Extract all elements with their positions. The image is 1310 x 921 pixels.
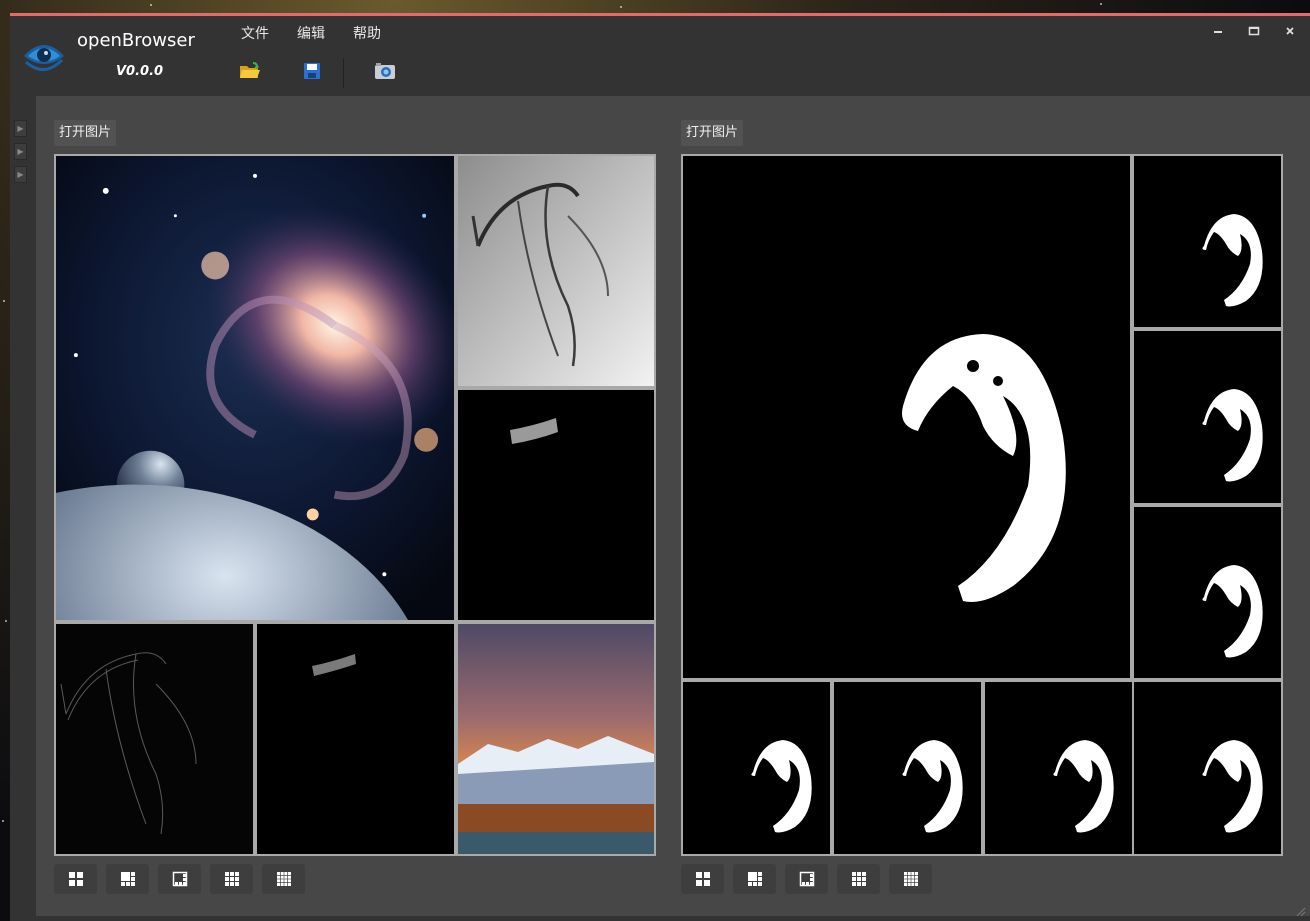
resize-grip-icon[interactable]	[1296, 902, 1306, 917]
layout-3x3-icon	[851, 872, 866, 886]
mask-image	[834, 682, 981, 854]
mask-image	[1134, 156, 1281, 327]
layout-1plus3-icon	[747, 872, 762, 886]
close-icon	[1286, 27, 1294, 35]
title-bar: openBrowser V0.0.0 文件 编辑 帮助	[10, 16, 1310, 96]
left-panel: 打开图片	[54, 112, 658, 912]
menu-bar: 文件 编辑 帮助	[232, 23, 400, 43]
layout-1plus3-icon	[120, 872, 135, 886]
layout-3x3-button[interactable]	[210, 864, 253, 894]
save-button[interactable]	[295, 58, 329, 88]
image-cell-mask[interactable]	[983, 680, 1134, 856]
mountain-sunset-image	[458, 624, 654, 854]
layout-3x3-icon	[224, 872, 239, 886]
menu-help[interactable]: 帮助	[344, 23, 400, 43]
galaxy-image	[56, 156, 454, 620]
layout-1plus5-icon	[799, 871, 814, 887]
minimize-button[interactable]	[1208, 25, 1228, 43]
side-strip: ▶ ▶ ▶	[14, 120, 28, 189]
mask-image	[985, 682, 1132, 854]
layout-4x4-button[interactable]	[889, 864, 932, 894]
image-cell-mask[interactable]	[1132, 505, 1283, 680]
screenshot-button[interactable]	[368, 58, 402, 88]
mask-image	[1134, 331, 1281, 503]
right-layout-bar	[681, 864, 932, 894]
image-cell-vessel-small[interactable]	[255, 622, 456, 856]
angiogram-image	[458, 156, 654, 386]
layout-1plus5-icon	[172, 871, 187, 887]
workspace: 打开图片 打开图片	[36, 96, 1310, 917]
eye-logo-icon	[22, 34, 66, 74]
layout-4x4-button[interactable]	[262, 864, 305, 894]
side-arrow-icon[interactable]: ▶	[14, 120, 27, 137]
image-cell-vessel-segment[interactable]	[456, 388, 656, 622]
vessel-small-image	[257, 624, 454, 854]
layout-2x2-icon	[695, 872, 710, 886]
vessel-segment-image	[458, 390, 654, 620]
layout-1plus3-button[interactable]	[733, 864, 776, 894]
mask-image	[1134, 507, 1281, 678]
image-cell-mask[interactable]	[1132, 329, 1283, 505]
layout-1plus3-button[interactable]	[106, 864, 149, 894]
app-name: openBrowser	[77, 30, 195, 51]
edge-map-image	[56, 624, 253, 854]
image-cell-mask[interactable]	[832, 680, 983, 856]
open-folder-button[interactable]	[233, 58, 267, 88]
image-cell-mountain-sunset[interactable]	[456, 622, 656, 856]
toolbar	[232, 56, 402, 90]
layout-1plus5-button[interactable]	[785, 864, 828, 894]
image-cell-mask[interactable]	[681, 680, 832, 856]
open-folder-icon	[239, 62, 261, 84]
layout-2x2-button[interactable]	[681, 864, 724, 894]
layout-2x2-button[interactable]	[54, 864, 97, 894]
open-image-button[interactable]: 打开图片	[54, 120, 117, 146]
image-cell-edge-map[interactable]	[54, 622, 255, 856]
side-arrow-icon[interactable]: ▶	[14, 143, 27, 160]
open-image-button[interactable]: 打开图片	[681, 120, 744, 146]
minimize-icon	[1214, 31, 1222, 33]
mask-large-image	[683, 156, 1130, 678]
layout-3x3-button[interactable]	[837, 864, 880, 894]
mask-image	[683, 682, 830, 854]
image-cell-galaxy[interactable]	[54, 154, 456, 622]
app-version: V0.0.0	[116, 64, 164, 79]
image-cell-angiogram[interactable]	[456, 154, 656, 388]
right-panel: 打开图片	[681, 112, 1285, 912]
close-button[interactable]	[1280, 25, 1300, 43]
left-layout-bar	[54, 864, 305, 894]
layout-4x4-icon	[276, 872, 291, 886]
toolbar-separator	[343, 58, 344, 88]
layout-1plus5-button[interactable]	[158, 864, 201, 894]
app-window: openBrowser V0.0.0 文件 编辑 帮助 ▶ ▶ ▶ 打开图片 打…	[10, 13, 1310, 921]
window-controls	[1208, 25, 1300, 43]
maximize-button[interactable]	[1244, 25, 1264, 43]
layout-2x2-icon	[68, 872, 83, 886]
side-arrow-icon[interactable]: ▶	[14, 166, 27, 183]
mask-image	[1134, 682, 1281, 854]
layout-4x4-icon	[903, 872, 918, 886]
menu-file[interactable]: 文件	[232, 23, 288, 43]
image-cell-mask[interactable]	[1132, 680, 1283, 856]
save-icon	[303, 62, 321, 84]
image-cell-mask[interactable]	[1132, 154, 1283, 329]
camera-icon	[374, 62, 396, 84]
image-cell-mask-large[interactable]	[681, 154, 1132, 680]
menu-edit[interactable]: 编辑	[288, 23, 344, 43]
maximize-icon	[1248, 26, 1260, 36]
